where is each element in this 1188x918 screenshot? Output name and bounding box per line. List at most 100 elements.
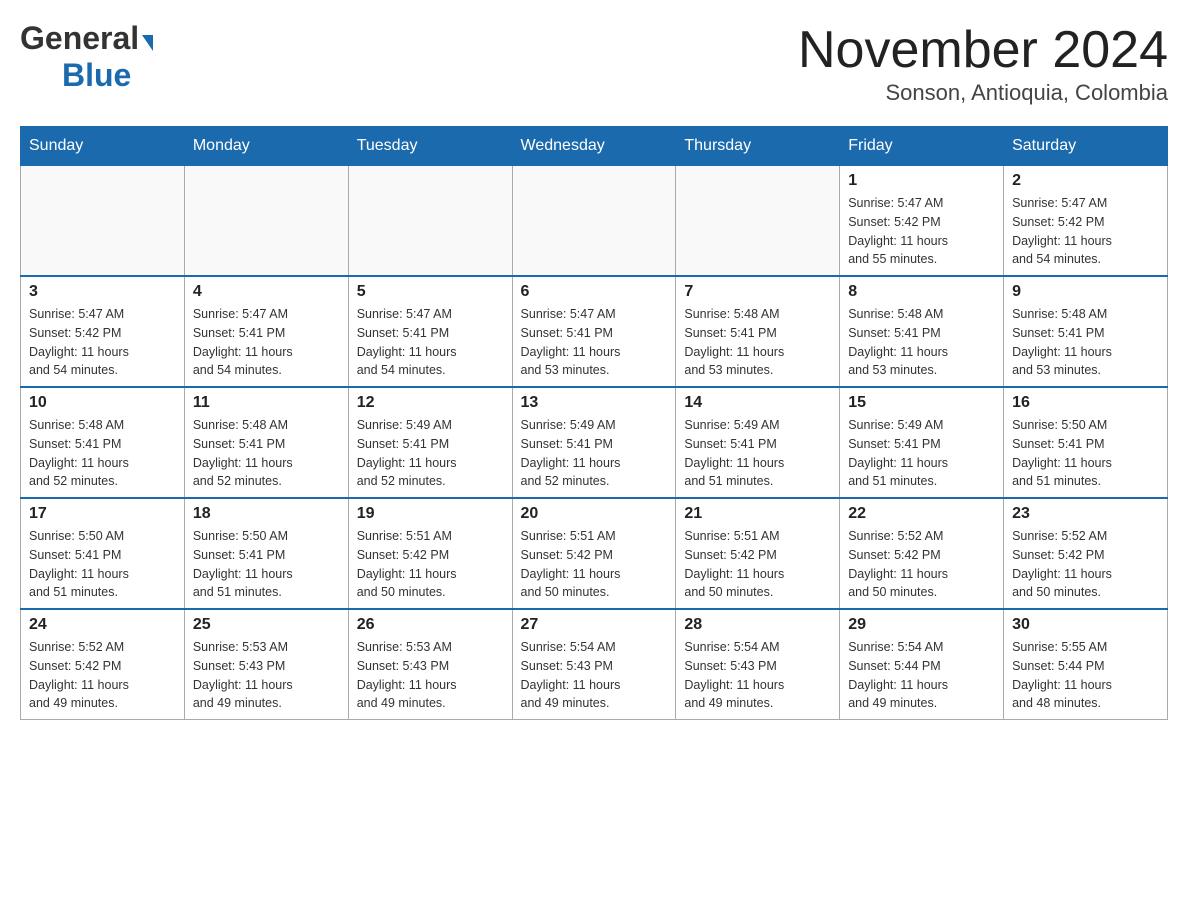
day-info: Sunrise: 5:47 AM Sunset: 5:41 PM Dayligh… (521, 305, 668, 380)
calendar-cell: 19 Sunrise: 5:51 AM Sunset: 5:42 PM Dayli… (348, 498, 512, 609)
day-number: 4 (193, 283, 340, 301)
day-info: Sunrise: 5:51 AM Sunset: 5:42 PM Dayligh… (357, 527, 504, 602)
calendar-cell (676, 166, 840, 277)
day-info: Sunrise: 5:49 AM Sunset: 5:41 PM Dayligh… (848, 416, 995, 491)
day-info: Sunrise: 5:47 AM Sunset: 5:42 PM Dayligh… (29, 305, 176, 380)
calendar-cell: 6Sunrise: 5:47 AM Sunset: 5:41 PM Daylig… (512, 276, 676, 387)
calendar-cell: 16 Sunrise: 5:50 AM Sunset: 5:41 PM Dayli… (1004, 387, 1168, 498)
day-info: Sunrise: 5:49 AM Sunset: 5:41 PM Dayligh… (521, 416, 668, 491)
location-title: Sonson, Antioquia, Colombia (798, 80, 1168, 106)
day-info: Sunrise: 5:51 AM Sunset: 5:42 PM Dayligh… (521, 527, 668, 602)
day-info: Sunrise: 5:50 AM Sunset: 5:41 PM Dayligh… (193, 527, 340, 602)
day-info: Sunrise: 5:50 AM Sunset: 5:41 PM Dayligh… (1012, 416, 1159, 491)
day-number: 1 (848, 172, 995, 190)
calendar-cell: 7 Sunrise: 5:48 AM Sunset: 5:41 PM Daylig… (676, 276, 840, 387)
day-number: 19 (357, 505, 504, 523)
calendar-cell: 1Sunrise: 5:47 AM Sunset: 5:42 PM Daylig… (840, 166, 1004, 277)
page-header: General Blue November 2024 Sonson, Antio… (20, 20, 1168, 106)
day-info: Sunrise: 5:50 AM Sunset: 5:41 PM Dayligh… (29, 527, 176, 602)
calendar-cell: 27 Sunrise: 5:54 AM Sunset: 5:43 PM Dayli… (512, 609, 676, 720)
day-info: Sunrise: 5:53 AM Sunset: 5:43 PM Dayligh… (357, 638, 504, 713)
day-number: 18 (193, 505, 340, 523)
calendar-cell: 21 Sunrise: 5:51 AM Sunset: 5:42 PM Dayli… (676, 498, 840, 609)
day-number: 12 (357, 394, 504, 412)
calendar-cell: 11 Sunrise: 5:48 AM Sunset: 5:41 PM Dayli… (184, 387, 348, 498)
calendar-week-row: 1Sunrise: 5:47 AM Sunset: 5:42 PM Daylig… (21, 166, 1168, 277)
day-number: 30 (1012, 616, 1159, 634)
day-number: 28 (684, 616, 831, 634)
day-info: Sunrise: 5:48 AM Sunset: 5:41 PM Dayligh… (848, 305, 995, 380)
day-number: 15 (848, 394, 995, 412)
calendar-cell: 9Sunrise: 5:48 AM Sunset: 5:41 PM Daylig… (1004, 276, 1168, 387)
calendar-cell: 8Sunrise: 5:48 AM Sunset: 5:41 PM Daylig… (840, 276, 1004, 387)
day-info: Sunrise: 5:54 AM Sunset: 5:44 PM Dayligh… (848, 638, 995, 713)
calendar-cell: 28 Sunrise: 5:54 AM Sunset: 5:43 PM Dayli… (676, 609, 840, 720)
column-header-saturday: Saturday (1004, 127, 1168, 166)
logo-general-text: General (20, 20, 139, 56)
day-number: 29 (848, 616, 995, 634)
calendar-cell: 14 Sunrise: 5:49 AM Sunset: 5:41 PM Dayli… (676, 387, 840, 498)
logo-blue-line: Blue (20, 57, 131, 94)
calendar-table: SundayMondayTuesdayWednesdayThursdayFrid… (20, 126, 1168, 720)
day-number: 3 (29, 283, 176, 301)
column-header-tuesday: Tuesday (348, 127, 512, 166)
day-info: Sunrise: 5:48 AM Sunset: 5:41 PM Dayligh… (684, 305, 831, 380)
day-number: 24 (29, 616, 176, 634)
calendar-week-row: 3 Sunrise: 5:47 AM Sunset: 5:42 PM Daylig… (21, 276, 1168, 387)
logo-blue-text: Blue (62, 57, 131, 93)
calendar-week-row: 24 Sunrise: 5:52 AM Sunset: 5:42 PM Dayli… (21, 609, 1168, 720)
day-info: Sunrise: 5:53 AM Sunset: 5:43 PM Dayligh… (193, 638, 340, 713)
logo-triangle-icon (142, 35, 153, 51)
calendar-cell: 25 Sunrise: 5:53 AM Sunset: 5:43 PM Dayli… (184, 609, 348, 720)
logo-general-line: General (20, 20, 153, 57)
day-number: 25 (193, 616, 340, 634)
day-number: 2 (1012, 172, 1159, 190)
day-info: Sunrise: 5:51 AM Sunset: 5:42 PM Dayligh… (684, 527, 831, 602)
month-title: November 2024 (798, 20, 1168, 80)
day-info: Sunrise: 5:54 AM Sunset: 5:43 PM Dayligh… (684, 638, 831, 713)
calendar-cell: 10 Sunrise: 5:48 AM Sunset: 5:41 PM Dayli… (21, 387, 185, 498)
title-area: November 2024 Sonson, Antioquia, Colombi… (798, 20, 1168, 106)
calendar-cell: 17Sunrise: 5:50 AM Sunset: 5:41 PM Dayli… (21, 498, 185, 609)
day-number: 7 (684, 283, 831, 301)
day-info: Sunrise: 5:48 AM Sunset: 5:41 PM Dayligh… (29, 416, 176, 491)
calendar-cell: 18 Sunrise: 5:50 AM Sunset: 5:41 PM Dayli… (184, 498, 348, 609)
calendar-cell (21, 166, 185, 277)
day-number: 21 (684, 505, 831, 523)
calendar-cell (184, 166, 348, 277)
column-header-thursday: Thursday (676, 127, 840, 166)
column-header-monday: Monday (184, 127, 348, 166)
column-header-sunday: Sunday (21, 127, 185, 166)
day-info: Sunrise: 5:55 AM Sunset: 5:44 PM Dayligh… (1012, 638, 1159, 713)
calendar-cell: 15 Sunrise: 5:49 AM Sunset: 5:41 PM Dayli… (840, 387, 1004, 498)
day-number: 16 (1012, 394, 1159, 412)
column-header-friday: Friday (840, 127, 1004, 166)
day-number: 10 (29, 394, 176, 412)
calendar-cell: 4Sunrise: 5:47 AM Sunset: 5:41 PM Daylig… (184, 276, 348, 387)
calendar-cell: 20Sunrise: 5:51 AM Sunset: 5:42 PM Dayli… (512, 498, 676, 609)
calendar-cell: 26 Sunrise: 5:53 AM Sunset: 5:43 PM Dayli… (348, 609, 512, 720)
day-number: 26 (357, 616, 504, 634)
day-number: 27 (521, 616, 668, 634)
day-number: 23 (1012, 505, 1159, 523)
day-number: 9 (1012, 283, 1159, 301)
day-number: 14 (684, 394, 831, 412)
calendar-week-row: 17Sunrise: 5:50 AM Sunset: 5:41 PM Dayli… (21, 498, 1168, 609)
column-header-wednesday: Wednesday (512, 127, 676, 166)
calendar-header-row: SundayMondayTuesdayWednesdayThursdayFrid… (21, 127, 1168, 166)
day-info: Sunrise: 5:52 AM Sunset: 5:42 PM Dayligh… (1012, 527, 1159, 602)
calendar-cell: 23 Sunrise: 5:52 AM Sunset: 5:42 PM Dayli… (1004, 498, 1168, 609)
day-number: 22 (848, 505, 995, 523)
calendar-cell: 13 Sunrise: 5:49 AM Sunset: 5:41 PM Dayli… (512, 387, 676, 498)
day-number: 13 (521, 394, 668, 412)
day-number: 11 (193, 394, 340, 412)
day-info: Sunrise: 5:47 AM Sunset: 5:41 PM Dayligh… (357, 305, 504, 380)
day-info: Sunrise: 5:54 AM Sunset: 5:43 PM Dayligh… (521, 638, 668, 713)
calendar-cell: 3 Sunrise: 5:47 AM Sunset: 5:42 PM Daylig… (21, 276, 185, 387)
logo: General Blue (20, 20, 153, 94)
calendar-cell: 2Sunrise: 5:47 AM Sunset: 5:42 PM Daylig… (1004, 166, 1168, 277)
day-info: Sunrise: 5:48 AM Sunset: 5:41 PM Dayligh… (193, 416, 340, 491)
day-info: Sunrise: 5:49 AM Sunset: 5:41 PM Dayligh… (684, 416, 831, 491)
day-info: Sunrise: 5:52 AM Sunset: 5:42 PM Dayligh… (29, 638, 176, 713)
calendar-cell: 29 Sunrise: 5:54 AM Sunset: 5:44 PM Dayli… (840, 609, 1004, 720)
